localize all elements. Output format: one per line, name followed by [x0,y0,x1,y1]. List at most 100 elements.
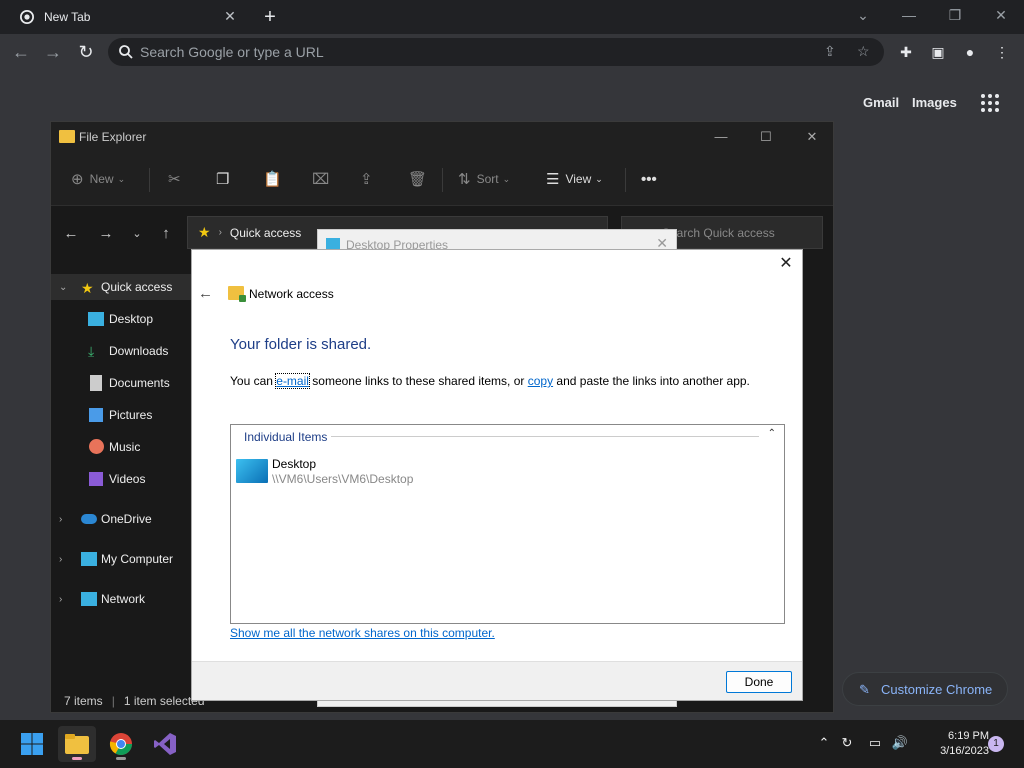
explorer-maximize-button[interactable]: ☐ [752,126,780,148]
dialog-footer: Done [192,661,802,700]
more-options-button[interactable]: ••• [641,168,663,190]
up-arrow-icon[interactable]: ↑ [156,224,176,244]
text-segment: someone links to these shared items, or [308,374,528,388]
scissors-icon: ✂ [168,171,181,188]
new-button[interactable]: ⊕ New ⌄ [71,168,125,190]
ellipsis-icon: ••• [641,170,657,188]
side-panel-icon[interactable]: ▣ [928,42,948,62]
bookmark-star-icon[interactable]: ☆ [857,43,875,61]
shared-folder-icon [228,286,246,302]
address-text: Quick access [229,225,302,240]
group-header: Individual Items [244,430,328,444]
documents-icon [90,375,102,391]
explorer-close-button[interactable]: ✕ [798,126,826,148]
desktop-icon [236,459,268,483]
chevron-down-icon: ⌄ [59,281,68,293]
chrome-logo-icon [20,10,34,24]
sidebar-item-documents[interactable]: Documents [51,370,193,396]
pencil-icon: ✎ [859,682,870,697]
share-icon: ⇪ [360,171,373,188]
minimize-button[interactable]: — [894,4,924,26]
close-button[interactable]: ✕ [986,4,1016,26]
chrome-logo-icon [109,733,132,755]
recent-locations-icon[interactable]: ⌄ [127,224,147,244]
sidebar-item-desktop[interactable]: Desktop [51,306,193,332]
view-button[interactable]: ☰ View ⌄ [546,168,603,190]
volume-icon[interactable]: 🔊 [891,734,909,752]
clipboard-icon: 📋 [263,171,282,188]
paste-button[interactable]: 📋 [263,168,288,190]
item-count: 7 items [64,694,103,708]
tab-search-icon[interactable]: ⌄ [848,4,878,26]
tab-close-icon[interactable]: ✕ [222,8,238,24]
chrome-tab[interactable]: New Tab ✕ [8,0,246,34]
network-status-icon[interactable]: ▭ [866,734,884,752]
show-network-shares-link[interactable]: Show me all the network shares on this c… [230,626,495,640]
images-link[interactable]: Images [912,95,957,110]
back-arrow-icon[interactable]: ← [198,285,213,302]
dialog-title: Network access [249,287,334,301]
rename-button[interactable]: ⌧ [312,168,335,190]
chevron-right-icon: › [218,227,222,238]
search-placeholder: Search Quick access [662,225,775,240]
view-list-icon: ☰ [546,171,560,188]
item-name[interactable]: Desktop [272,457,316,471]
dialog-close-button[interactable]: ✕ [776,254,796,274]
cut-button[interactable]: ✂ [168,168,187,190]
extensions-icon[interactable]: ✚ [896,42,916,62]
running-indicator [116,757,126,760]
menu-icon[interactable]: ⋮ [992,42,1012,62]
visual-studio-taskbar-button[interactable] [146,726,184,762]
sidebar-label: Documents [109,376,170,390]
taskbar: ⌃ ↻ ▭ 🔊 6:19 PM 3/16/2023 1 [0,720,1024,768]
start-button[interactable] [13,726,51,762]
gmail-link[interactable]: Gmail [863,95,899,110]
sidebar-item-downloads[interactable]: ⤓ Downloads [51,338,193,364]
apps-grid-icon[interactable] [981,94,999,112]
sort-button[interactable]: ⇅ Sort ⌄ [458,168,510,190]
email-link[interactable]: e-mail [275,373,310,389]
sidebar-item-music[interactable]: Music [51,434,193,460]
share-button[interactable]: ⇪ [360,168,379,190]
dialog-heading: Your folder is shared. [230,336,372,353]
omnibox[interactable]: Search Google or type a URL ⇪ ☆ [108,38,884,66]
omnibox-placeholder: Search Google or type a URL [140,44,324,60]
restore-button[interactable]: ❐ [940,4,970,26]
music-icon [89,439,104,454]
sidebar-item-pictures[interactable]: Pictures [51,402,193,428]
reload-icon[interactable]: ↻ [74,40,98,64]
collapse-chevron-icon[interactable]: ⌃ [768,428,776,439]
sync-icon[interactable]: ↻ [838,734,856,752]
sidebar-item-videos[interactable]: Videos [51,466,193,492]
divider [625,168,626,192]
cloud-icon [81,514,97,524]
sidebar-item-onedrive[interactable]: › OneDrive [51,506,193,532]
sidebar-item-quick-access[interactable]: ⌄ ★ Quick access [51,274,193,300]
share-icon[interactable]: ⇪ [824,43,842,61]
profile-icon[interactable]: ● [960,42,980,62]
computer-icon [81,552,97,566]
back-arrow-icon[interactable]: ← [61,224,81,244]
copy-button[interactable]: ❐ [216,168,235,190]
folder-icon [59,130,75,143]
copy-link[interactable]: copy [528,374,553,388]
new-tab-button[interactable]: + [258,6,282,28]
active-indicator [72,757,82,760]
delete-button[interactable]: 🗑 [408,168,433,190]
chevron-up-icon[interactable]: ⌃ [815,734,833,752]
star-icon: ★ [81,280,94,296]
sidebar-item-my-computer[interactable]: › My Computer [51,546,193,572]
file-explorer-taskbar-button[interactable] [58,726,96,762]
notification-badge[interactable]: 1 [988,736,1004,752]
customize-chrome-button[interactable]: ✎ Customize Chrome [842,672,1008,706]
done-button[interactable]: Done [726,671,792,693]
clock[interactable]: 6:19 PM 3/16/2023 [919,729,989,759]
forward-arrow-icon[interactable]: → [96,224,116,244]
chrome-taskbar-button[interactable] [102,726,140,762]
forward-icon[interactable]: → [41,40,65,64]
back-icon[interactable]: ← [9,40,33,64]
chrome-tab-strip: New Tab ✕ + ⌄ — ❐ ✕ [0,0,1024,34]
sidebar-item-network[interactable]: › Network [51,586,193,612]
divider [149,168,150,192]
explorer-minimize-button[interactable]: — [707,126,735,148]
